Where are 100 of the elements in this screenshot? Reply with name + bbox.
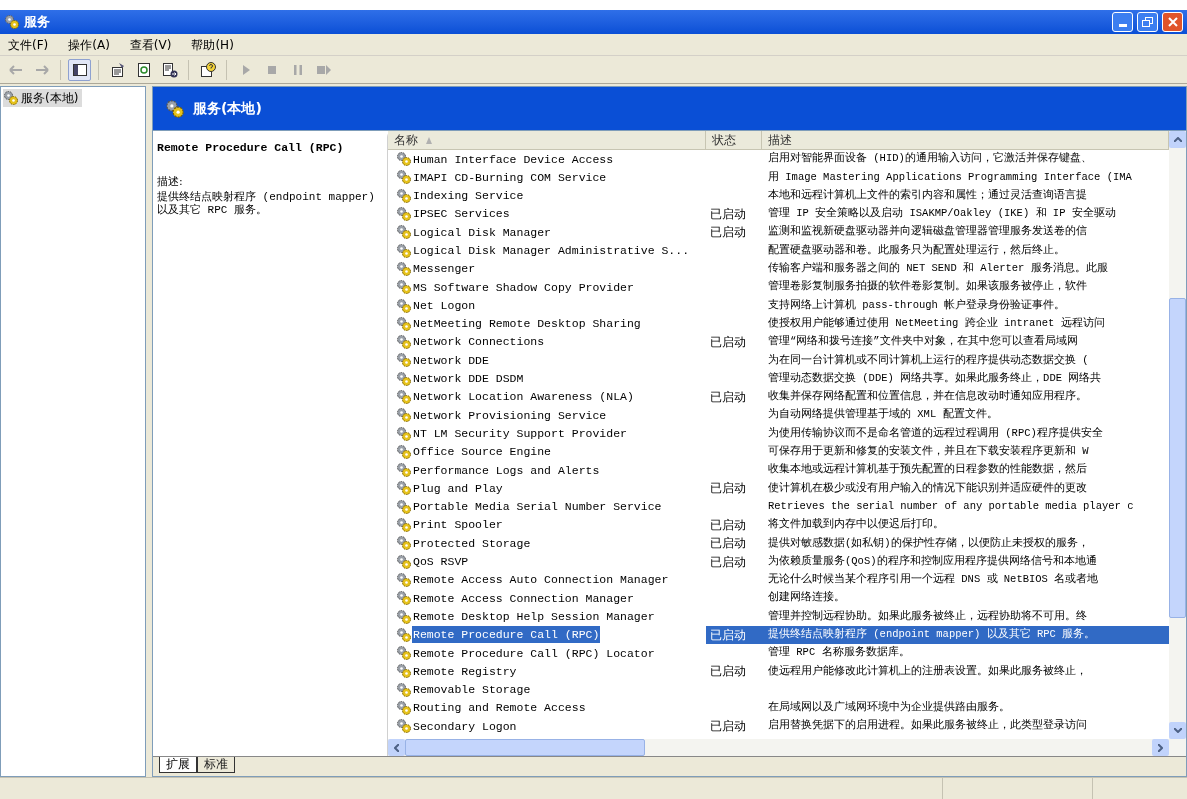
refresh-icon <box>135 61 152 78</box>
name-cell: Remote Procedure Call (RPC) <box>412 626 601 644</box>
gears-icon <box>396 718 412 735</box>
menu-item[interactable]: 查看(V) <box>129 35 172 54</box>
service-row[interactable]: Secondary Logon 已启动 启用替换凭据下的启用进程。如果此服务被终止，此类型登录访问 <box>388 717 1169 736</box>
menu-item[interactable]: 操作(A) <box>68 35 110 54</box>
service-row[interactable]: MS Software Shadow Copy Provider 管理卷影复制服务拍摄的软件卷影复制。如果该服务被停止，软件 <box>388 278 1169 297</box>
restore-button[interactable] <box>1137 12 1158 32</box>
name-cell-text: Net Logon <box>412 297 477 314</box>
service-row[interactable]: Remote Registry 已启动 使远程用户能修改此计算机上的注册表设置。如果此服务被终止， <box>388 662 1169 681</box>
service-row[interactable]: IMAPI CD-Burning COM Service 用 Image Mastering Applications Programming Interface (IMA <box>388 168 1169 187</box>
description-cell-text: 管理并控制远程协助。如果此服务被终止，远程协助将不可用。终 <box>767 608 1087 624</box>
gears-icon <box>396 370 412 387</box>
column-header[interactable]: 状态 <box>706 131 762 149</box>
toolbar-button[interactable] <box>68 58 91 81</box>
gears-icon <box>396 517 412 534</box>
minimize-icon <box>1118 24 1127 27</box>
name-cell-text: NT LM Security Support Provider <box>412 425 628 442</box>
service-row[interactable]: QoS RSVP 已启动 为依赖质量服务(QoS)的程序和控制应用程序提供网络信号和本地通 <box>388 552 1169 571</box>
description-cell-text: 传输客户端和服务器之间的 NET SEND 和 Alerter 服务消息。此服 <box>767 261 1108 277</box>
gears-icon <box>396 352 412 369</box>
name-cell-text: Remote Registry <box>412 663 518 680</box>
status-cell: 已启动 <box>710 719 746 734</box>
service-row[interactable]: Portable Media Serial Number Service Retrieves the serial number of any portable media player c <box>388 497 1169 516</box>
gears-icon <box>165 98 185 119</box>
gears-icon <box>396 260 412 277</box>
name-cell-text: Removable Storage <box>412 682 532 699</box>
gears-icon <box>396 425 412 442</box>
minimize-button[interactable] <box>1112 12 1133 32</box>
service-row[interactable]: IPSEC Services 已启动 管理 IP 安全策略以及启动 ISAKMP/Oakley (IKE) 和 IP 安全驱动 <box>388 204 1169 224</box>
column-header[interactable]: 名称 <box>388 131 706 149</box>
menu-item[interactable]: 文件(F) <box>8 35 49 54</box>
service-row[interactable]: Human Interface Device Access 启用对智能界面设备 (HID)的通用输入访问，它激活并保存键盘、 <box>388 150 1169 169</box>
description-cell-text: 配置硬盘驱动器和卷。此服务只为配置处理运行，然后终止。 <box>767 242 1065 258</box>
name-cell-text: Performance Logs and Alerts <box>412 462 601 479</box>
name-cell-text: Office Source Engine <box>412 444 553 461</box>
help-icon <box>199 61 216 78</box>
service-row[interactable]: Net Logon 支持网络上计算机 pass-through 帐户登录身份验证事件。 <box>388 296 1169 315</box>
window-title: 服务 <box>24 13 50 32</box>
service-row[interactable]: Network DDE 为在同一台计算机或不同计算机上运行的程序提供动态数据交换 ( <box>388 351 1169 370</box>
service-row[interactable]: Logical Disk Manager 已启动 监测和监视新硬盘驱动器并向逻辑磁盘管理器管理服务发送卷的信 <box>388 223 1169 242</box>
close-button[interactable] <box>1162 12 1183 32</box>
service-row[interactable]: Network Provisioning Service 为自动网络提供管理基于域的 XML 配置文件。 <box>388 406 1169 425</box>
tree-item[interactable]: 服务(本地) <box>3 89 83 107</box>
service-row[interactable]: Network DDE DSDM 管理动态数据交换 (DDE) 网络共享。如果此服务终止，DDE 网络共 <box>388 369 1169 388</box>
gears-icon <box>396 480 412 497</box>
description-cell-text: 可保存用于更新和修复的安装文件，并且在下载安装程序更新和 W <box>767 444 1089 459</box>
description-cell-text: 管理 RPC 名称服务数据库。 <box>767 645 910 661</box>
service-row[interactable]: Network Connections 已启动 管理“网络和拨号连接”文件夹中对象，在其中您可以查看局域网 <box>388 332 1169 352</box>
status-cell: 已启动 <box>710 481 746 496</box>
gears-icon <box>396 498 412 515</box>
gears-icon <box>3 90 19 106</box>
status-cell: 已启动 <box>710 335 746 350</box>
view-tab[interactable]: 标准 <box>197 757 235 773</box>
service-row[interactable]: Indexing Service 本地和远程计算机上文件的索引内容和属性；通过灵活查询语言提 <box>388 186 1169 205</box>
view-tab[interactable]: 扩展 <box>159 757 197 773</box>
status-cell: 已启动 <box>710 536 746 551</box>
description-cell-text: 收集本地或远程计算机基于预先配置的日程参数的性能数据，然后 <box>767 462 1087 478</box>
name-cell-text: Remote Access Auto Connection Manager <box>412 572 670 589</box>
description-cell-text: 管理“网络和拨号连接”文件夹中对象，在其中您可以查看局域网 <box>767 334 1078 350</box>
status-cell: 已启动 <box>710 664 746 679</box>
name-cell-text: Portable Media Serial Number Service <box>412 499 663 516</box>
service-row[interactable]: Remote Desktop Help Session Manager 管理并控制远程协助。如果此服务被终止，远程协助将不可用。终 <box>388 607 1169 626</box>
gears-icon <box>396 681 412 698</box>
name-cell-text: Network DDE DSDM <box>412 371 525 388</box>
service-row[interactable]: NetMeeting Remote Desktop Sharing 使授权用户能够通过使用 NetMeeting 跨企业 intranet 远程访问 <box>388 314 1169 333</box>
service-row[interactable]: Removable Storage <box>388 680 1169 699</box>
vertical-scrollbar[interactable] <box>1169 131 1186 739</box>
service-row[interactable]: Plug and Play 已启动 使计算机在极少或没有用户输入的情况下能识别并适应硬件的更改 <box>388 479 1169 498</box>
gears-icon <box>396 571 412 588</box>
gears-icon <box>396 279 412 296</box>
service-row[interactable]: Messenger 传输客户端和服务器之间的 NET SEND 和 Alerter 服务消息。此服 <box>388 259 1169 279</box>
service-row[interactable]: Remote Access Connection Manager 创建网络连接。 <box>388 589 1169 608</box>
horizontal-scrollbar[interactable] <box>388 739 1186 756</box>
name-cell-text: Network DDE <box>412 352 490 369</box>
service-row[interactable]: NT LM Security Support Provider 为使用传输协议而不是命名管道的远程过程调用 (RPC)程序提供安全 <box>388 424 1169 443</box>
description-cell-text: 监测和监视新硬盘驱动器并向逻辑磁盘管理器管理服务发送卷的信 <box>767 224 1087 240</box>
name-cell-text: NetMeeting Remote Desktop Sharing <box>412 316 642 333</box>
name-cell-text: Remote Procedure Call (RPC) Locator <box>412 645 656 662</box>
service-row[interactable]: Office Source Engine 可保存用于更新和修复的安装文件，并且在下载安装程序更新和 W <box>388 442 1169 462</box>
gears-icon <box>396 443 412 460</box>
name-cell-text: Network Location Awareness (NLA) <box>412 389 635 406</box>
name-cell-text: Network Provisioning Service <box>412 407 608 424</box>
service-row[interactable]: Remote Access Auto Connection Manager 无论什么时候当某个程序引用一个远程 DNS 或 NetBIOS 名或者地 <box>388 570 1169 590</box>
service-row[interactable]: Routing and Remote Access 在局域网以及广域网环境中为企业提供路由服务。 <box>388 698 1169 718</box>
service-row[interactable]: Performance Logs and Alerts 收集本地或远程计算机基于预先配置的日程参数的性能数据，然后 <box>388 461 1169 480</box>
service-row[interactable]: Protected Storage 已启动 提供对敏感数据(如私钥)的保护性存储，以便防止未授权的服务， <box>388 534 1169 553</box>
status-cell: 已启动 <box>710 225 746 240</box>
gears-icon <box>396 590 412 607</box>
gears-icon <box>396 407 412 424</box>
service-row[interactable]: Remote Procedure Call (RPC) Locator 管理 RPC 名称服务数据库。 <box>388 644 1169 663</box>
description-cell-text: 为在同一台计算机或不同计算机上运行的程序提供动态数据交换 ( <box>767 352 1089 368</box>
gears-icon <box>396 700 412 717</box>
description-cell-text: 用 Image Mastering Applications Programming Interface (IMA <box>767 169 1132 185</box>
menu-item[interactable]: 帮助(H) <box>191 35 234 54</box>
gears-icon <box>396 224 412 241</box>
service-row[interactable]: Print Spooler 已启动 将文件加载到内存中以便迟后打印。 <box>388 515 1169 535</box>
service-row[interactable]: Network Location Awareness (NLA) 已启动 收集并保存网络配置和位置信息，并在信息改动时通知应用程序。 <box>388 387 1169 407</box>
service-row[interactable]: Logical Disk Manager Administrative S... 配置硬盘驱动器和卷。此服务只为配置处理运行，然后终止。 <box>388 241 1169 260</box>
name-cell-text: Indexing Service <box>412 188 525 205</box>
